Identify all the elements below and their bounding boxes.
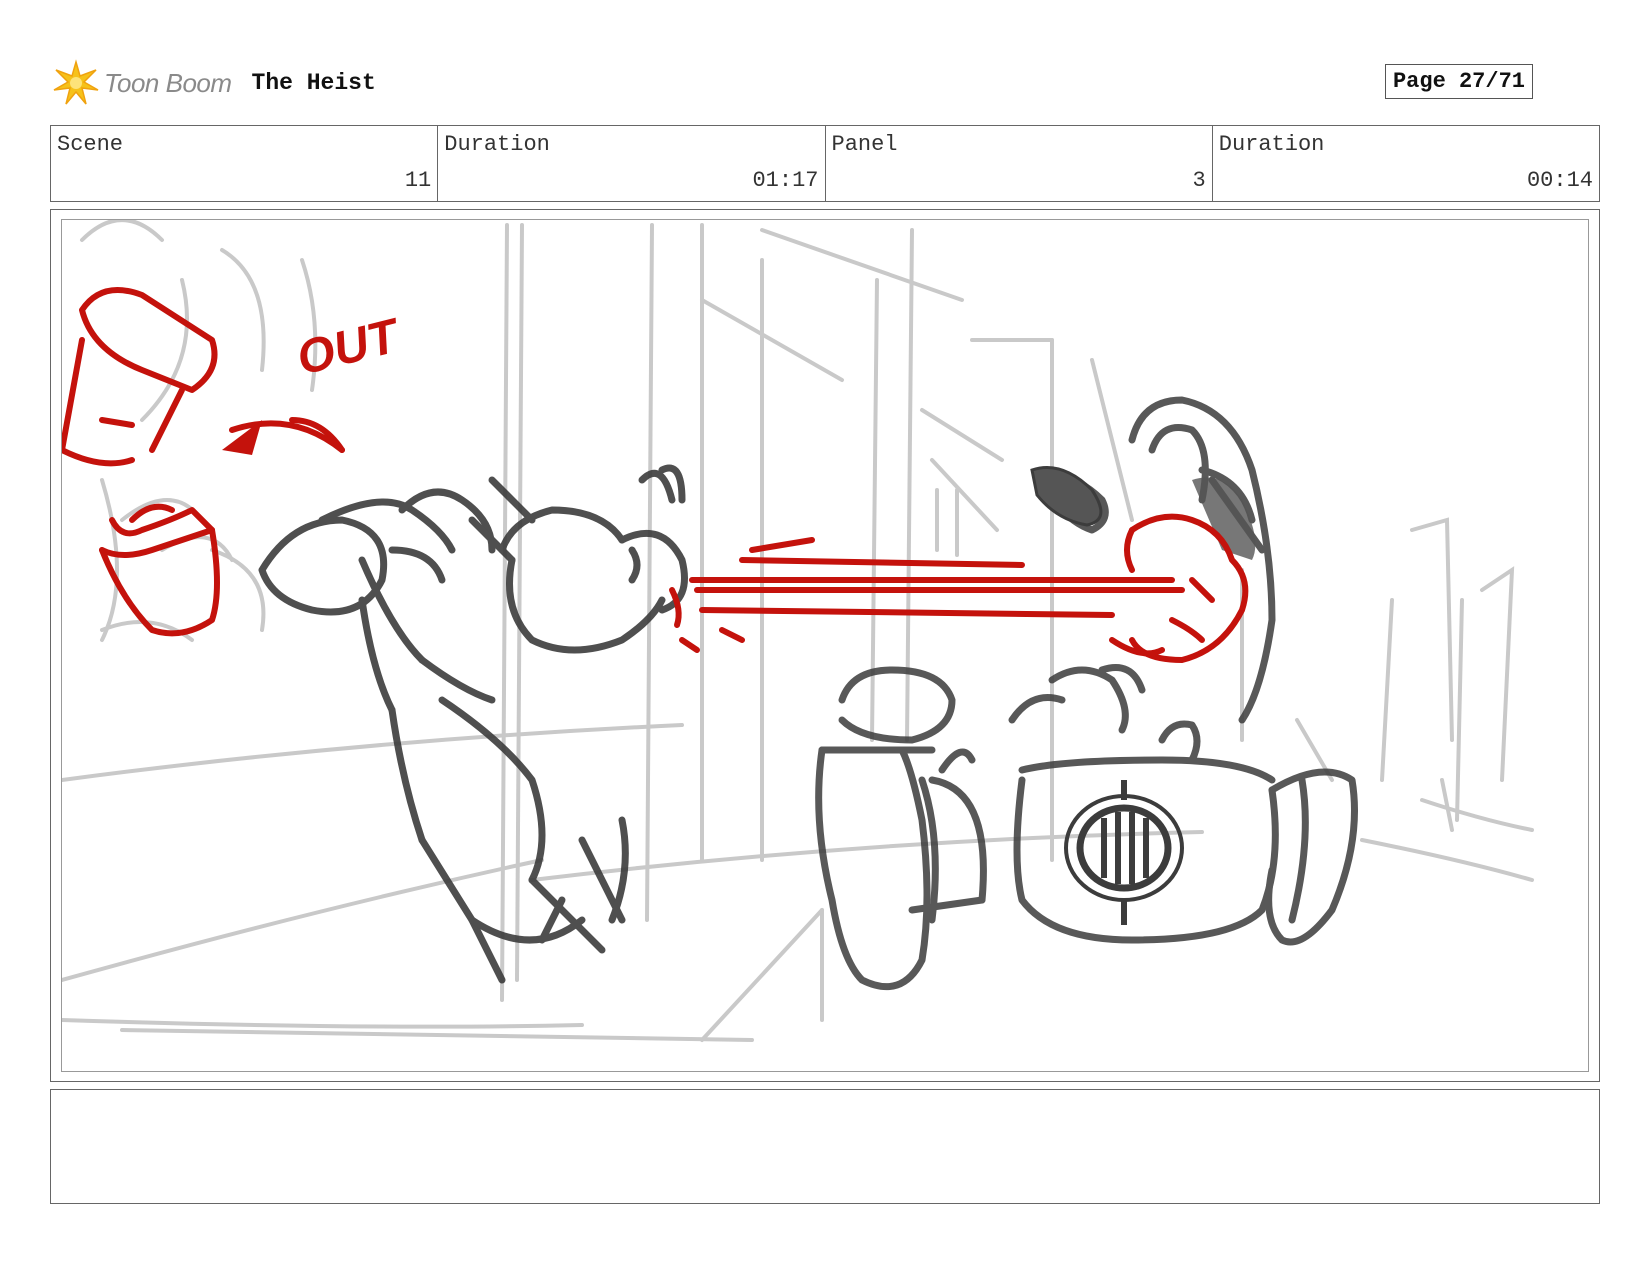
panel-duration-value: 00:14 (1526, 168, 1593, 193)
header: Toon Boom The Heist (52, 58, 376, 108)
page-indicator: Page 27/71 (1384, 64, 1533, 99)
panel-cell: Panel 3 (826, 126, 1213, 201)
scene-value: 11 (404, 168, 432, 193)
engine-grill (1076, 804, 1172, 892)
panel-value: 3 (1192, 168, 1206, 193)
character-left-sketch (258, 464, 688, 984)
panel-duration-cell: Duration 00:14 (1213, 126, 1599, 201)
toon-boom-logo: Toon Boom (52, 58, 232, 108)
engine-grill-bars (1101, 780, 1149, 925)
background-sketch (62, 220, 1534, 1042)
logo-text: Toon Boom (104, 67, 232, 98)
panel-label: Panel (831, 132, 898, 157)
scene-cell: Scene 11 (51, 126, 439, 201)
scene-label: Scene (57, 132, 124, 157)
project-title: The Heist (251, 70, 376, 96)
star-burst-icon (53, 59, 99, 105)
scene-duration-value: 01:17 (752, 168, 819, 193)
storyboard-panel-frame: OUT (50, 209, 1600, 1082)
scene-duration-label: Duration (444, 132, 550, 157)
storyboard-sketch: OUT (62, 220, 1534, 1042)
scene-duration-cell: Duration 01:17 (438, 126, 826, 201)
out-annotation: OUT (292, 309, 407, 386)
pistol-shape (1030, 466, 1103, 527)
scene-info-table: Scene 11 Duration 01:17 Panel 3 Duration… (50, 125, 1600, 202)
panel-duration-label: Duration (1218, 132, 1325, 157)
panel-notes-box (50, 1089, 1600, 1204)
storyboard-panel: OUT (61, 219, 1589, 1072)
